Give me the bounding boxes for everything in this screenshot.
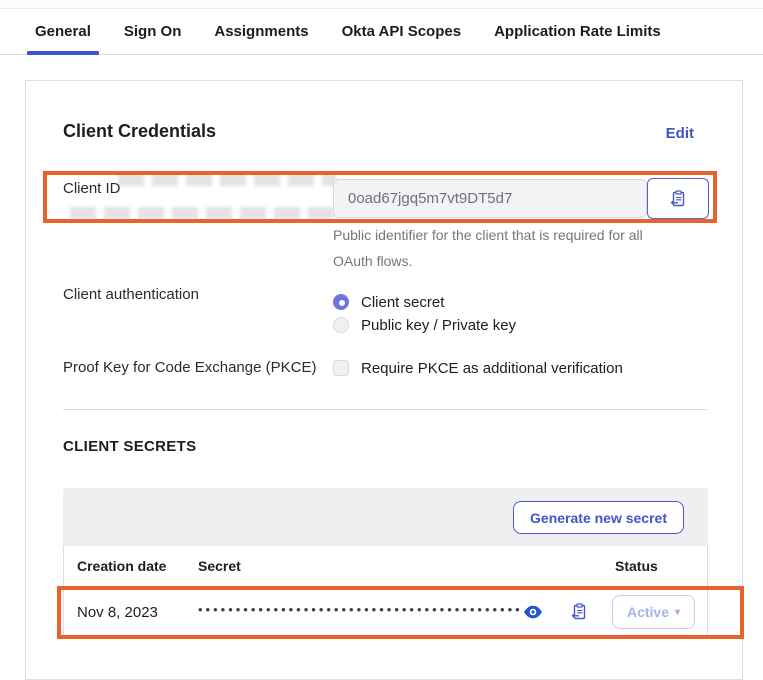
window-top-edge	[0, 0, 763, 9]
client-id-help-text: Public identifier for the client that is…	[333, 222, 643, 274]
pkce-label: Proof Key for Code Exchange (PKCE)	[63, 359, 316, 376]
tab-bar: General Sign On Assignments Okta API Sco…	[0, 9, 763, 55]
client-id-label: Client ID	[63, 180, 121, 197]
client-authentication-label: Client authentication	[63, 286, 199, 303]
reveal-secret-button[interactable]	[521, 601, 545, 623]
public-private-key-option-label[interactable]: Public key / Private key	[361, 317, 516, 334]
header-creation-date: Creation date	[77, 558, 166, 574]
header-status: Status	[615, 558, 658, 574]
tab-assignments[interactable]: Assignments	[214, 9, 308, 54]
secret-status-dropdown[interactable]: Active ▾	[612, 595, 695, 629]
client-credentials-title: Client Credentials	[63, 121, 216, 142]
tab-sign-on[interactable]: Sign On	[124, 9, 182, 54]
copy-client-id-button[interactable]	[647, 178, 709, 219]
general-settings-panel: Client Credentials Edit Client ID Public…	[25, 80, 743, 680]
pkce-option-label[interactable]: Require PKCE as additional verification	[361, 360, 623, 377]
redaction-smudge	[70, 207, 338, 219]
chevron-down-icon: ▾	[675, 607, 680, 618]
secret-table-row: Nov 8, 2023 ••••••••••••••••••••••••••••…	[63, 586, 708, 638]
edit-link[interactable]: Edit	[666, 125, 694, 142]
section-divider	[63, 409, 707, 410]
client-secrets-table: Generate new secret Creation date Secret…	[63, 488, 708, 638]
header-secret: Secret	[198, 558, 241, 574]
tab-okta-api-scopes[interactable]: Okta API Scopes	[342, 9, 462, 54]
clipboard-copy-icon	[669, 190, 687, 208]
secrets-table-header: Creation date Secret Status	[63, 546, 708, 586]
tab-application-rate-limits[interactable]: Application Rate Limits	[494, 9, 661, 54]
eye-icon	[523, 605, 543, 619]
secret-creation-date: Nov 8, 2023	[77, 604, 158, 621]
client-secret-option: Client secret	[333, 292, 444, 312]
copy-secret-button[interactable]	[567, 601, 591, 623]
generate-new-secret-button[interactable]: Generate new secret	[513, 501, 684, 534]
client-id-input[interactable]	[333, 179, 647, 218]
public-private-key-option: Public key / Private key	[333, 315, 516, 335]
clipboard-copy-icon	[570, 603, 588, 621]
secret-masked-value: ••••••••••••••••••••••••••••••••••••••••…	[198, 602, 523, 617]
client-secret-option-label[interactable]: Client secret	[361, 294, 444, 311]
tab-general[interactable]: General	[35, 9, 91, 54]
pkce-checkbox[interactable]	[333, 360, 349, 376]
client-secrets-heading: CLIENT SECRETS	[63, 438, 196, 455]
status-label: Active	[627, 604, 669, 620]
public-private-key-radio[interactable]	[333, 317, 349, 333]
redaction-smudge	[118, 173, 336, 186]
secrets-table-toolbar: Generate new secret	[63, 488, 708, 546]
pkce-option: Require PKCE as additional verification	[333, 358, 623, 378]
client-secret-radio[interactable]	[333, 294, 349, 310]
